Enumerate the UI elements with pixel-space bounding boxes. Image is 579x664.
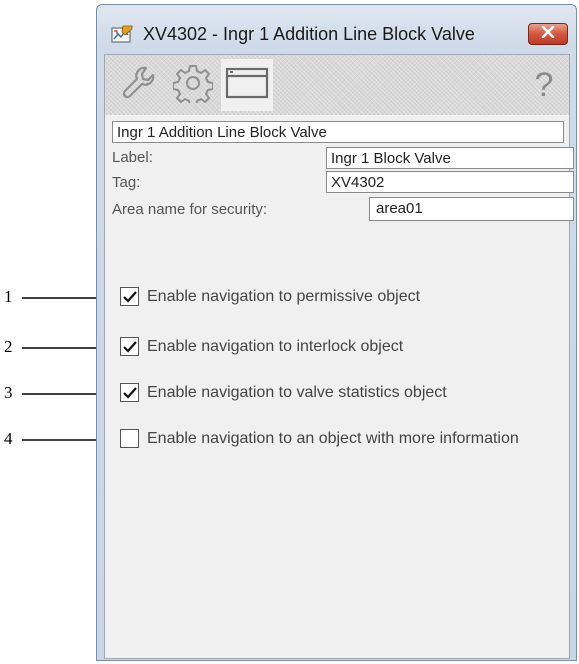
faceplate-window: XV4302 - Ingr 1 Addition Line Block Valv…	[96, 4, 577, 661]
callout-3: 3	[4, 383, 13, 402]
navigation-config-panel: Ingr 1 Addition Line Block Valve Label: …	[105, 115, 574, 658]
window-icon	[225, 65, 269, 106]
option-valve-statistics[interactable]: Enable navigation to valve statistics ob…	[120, 383, 447, 402]
gear-icon	[172, 63, 214, 108]
more-information-label: Enable navigation to an object with more…	[147, 429, 519, 447]
checkmark-icon	[123, 387, 137, 399]
more-information-checkbox[interactable]	[120, 429, 139, 448]
callout-4: 4	[4, 429, 13, 448]
checkmark-icon	[123, 341, 137, 353]
checkmark-icon	[123, 291, 137, 303]
window-title: XV4302 - Ingr 1 Addition Line Block Valv…	[143, 24, 475, 44]
app-icon	[111, 25, 133, 43]
tab-engineering[interactable]	[167, 59, 219, 111]
tab-toolbar: ?	[105, 55, 569, 115]
client-area: ? Ingr 1 Addition Line Block Valve Label…	[104, 54, 574, 659]
tab-navigation[interactable]	[221, 59, 273, 111]
description-field[interactable]: Ingr 1 Addition Line Block Valve	[112, 121, 564, 143]
tab-maintenance[interactable]	[113, 59, 165, 111]
area-field[interactable]: area01	[369, 197, 574, 221]
interlock-label: Enable navigation to interlock object	[147, 337, 404, 355]
label-field[interactable]: Ingr 1 Block Valve	[326, 147, 574, 169]
permissive-label: Enable navigation to permissive object	[147, 287, 421, 305]
callout-1: 1	[4, 287, 13, 306]
tag-caption: Tag:	[112, 174, 141, 191]
close-button[interactable]	[528, 23, 568, 45]
option-more-information[interactable]: Enable navigation to an object with more…	[120, 429, 519, 448]
option-interlock[interactable]: Enable navigation to interlock object	[120, 337, 403, 356]
close-icon	[541, 25, 555, 43]
help-icon: ?	[534, 65, 554, 104]
interlock-checkbox[interactable]	[120, 337, 139, 356]
valve-statistics-checkbox[interactable]	[120, 383, 139, 402]
callout-2: 2	[4, 337, 13, 356]
help-button[interactable]: ?	[529, 59, 559, 111]
tag-field[interactable]: XV4302	[326, 171, 574, 193]
option-permissive[interactable]: Enable navigation to permissive object	[120, 287, 420, 306]
area-caption: Area name for security:	[112, 201, 268, 218]
wrench-icon	[119, 63, 159, 108]
permissive-checkbox[interactable]	[120, 287, 139, 306]
valve-statistics-label: Enable navigation to valve statistics ob…	[147, 383, 447, 401]
title-bar[interactable]: XV4302 - Ingr 1 Addition Line Block Valv…	[97, 5, 576, 55]
label-caption: Label:	[112, 149, 153, 166]
